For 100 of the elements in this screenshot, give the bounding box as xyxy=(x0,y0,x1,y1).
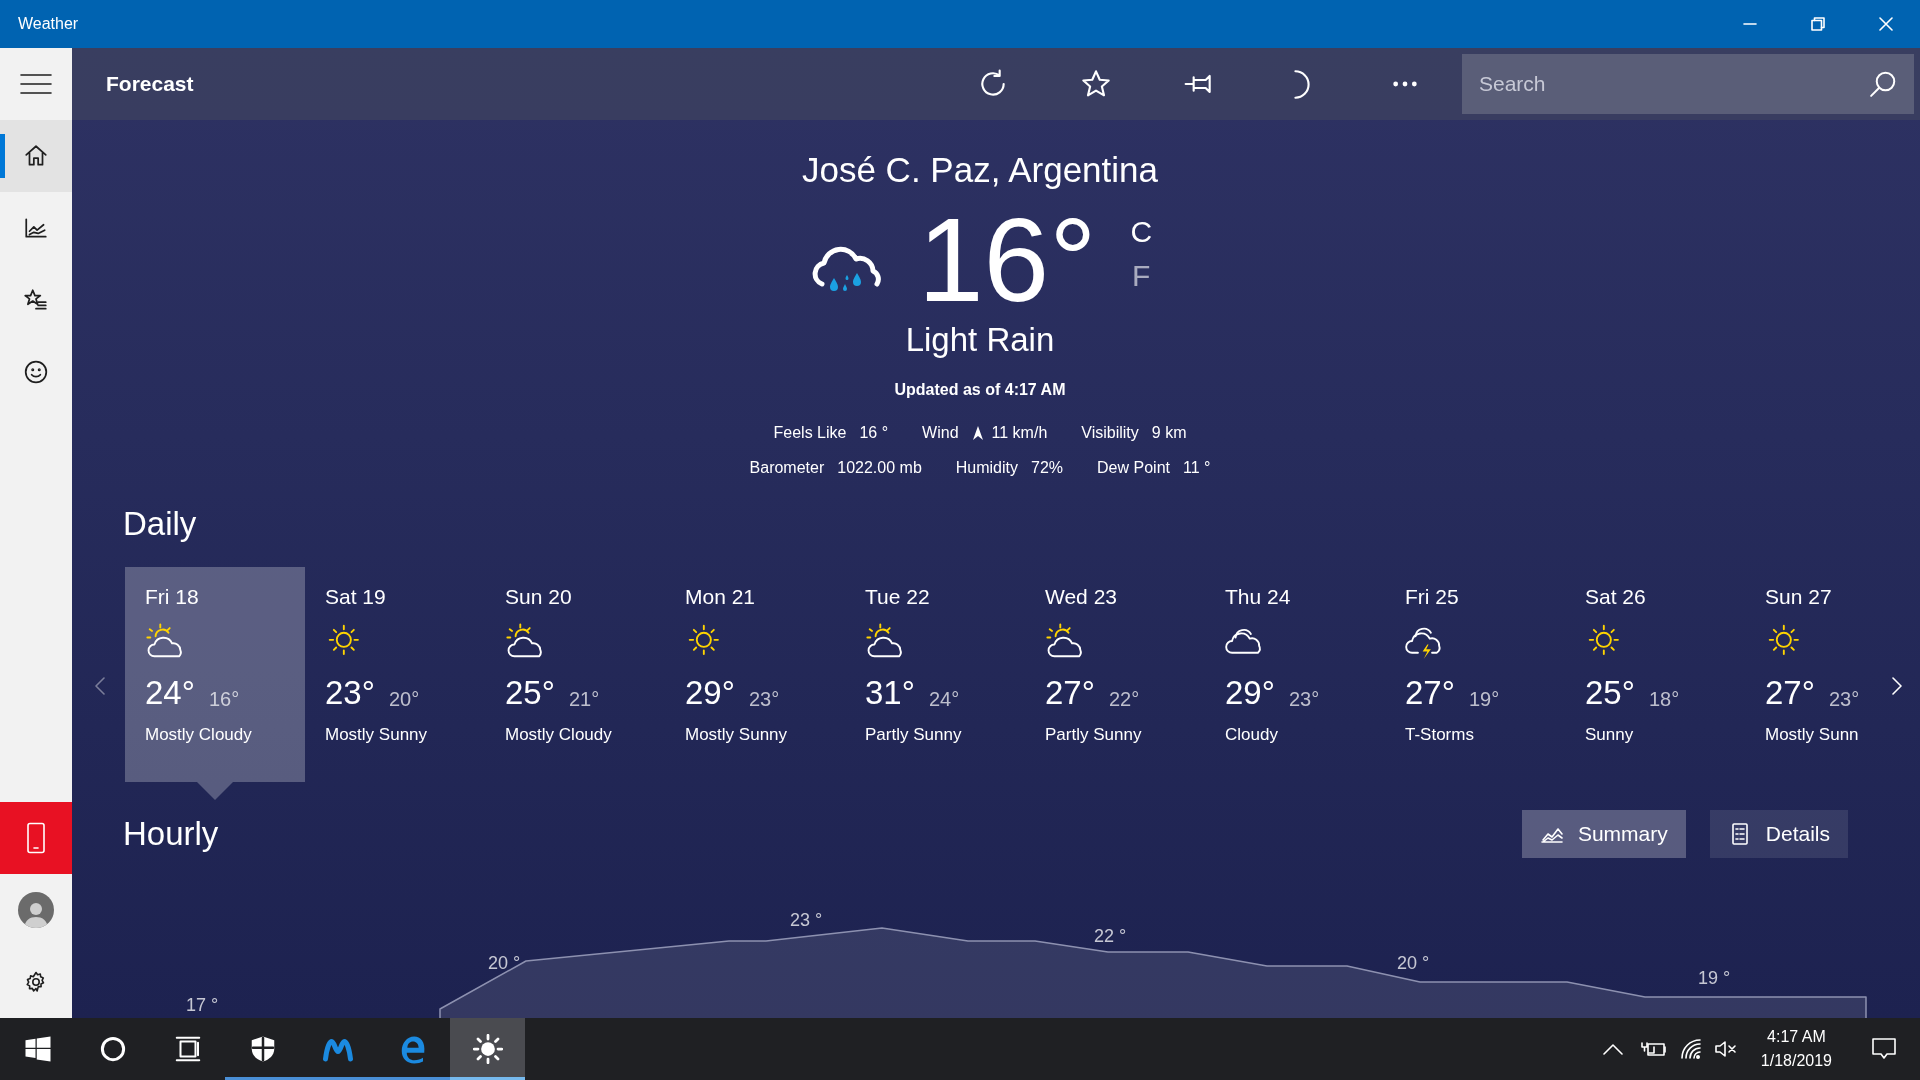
low-temperature: 24° xyxy=(928,687,960,712)
low-temperature: 23° xyxy=(1828,687,1860,712)
detail-value: 11 km/h xyxy=(991,423,1048,443)
high-temperature: 27° xyxy=(1045,674,1095,712)
window-title: Weather xyxy=(17,14,80,34)
day-label: Wed 23 xyxy=(1045,584,1117,610)
search-icon[interactable] xyxy=(1868,69,1898,99)
condition-label: Partly Sunny xyxy=(865,724,962,746)
detail-label: Wind xyxy=(922,423,959,443)
temperature-label: 23 ° xyxy=(790,909,823,932)
detail-label: Feels Like xyxy=(773,423,847,443)
detail-label: Humidity xyxy=(955,458,1018,478)
chevron-right-icon[interactable] xyxy=(1892,677,1902,695)
card-pointer xyxy=(197,782,233,800)
day-label: Thu 24 xyxy=(1225,584,1291,610)
day-forecast-card[interactable]: Sun 20 25° 21° Mostly Cloudy xyxy=(485,567,665,782)
day-label: Mon 21 xyxy=(685,584,756,610)
condition-label: Mostly Sunny xyxy=(325,724,428,746)
day-forecast-card[interactable]: Sat 19 23° 20° Mostly Sunny xyxy=(305,567,485,782)
unit-toggle[interactable]: F xyxy=(1130,254,1153,298)
day-forecast-card[interactable]: Sun 27 27° 23° Mostly Sunn xyxy=(1745,567,1874,782)
sun-cloud-icon xyxy=(1045,622,1085,660)
condition-label: Mostly Cloudy xyxy=(145,724,252,746)
low-temperature: 18° xyxy=(1648,687,1680,712)
day-forecast-card[interactable]: Sat 26 25° 18° Sunny xyxy=(1565,567,1745,782)
detail-value: 9 km xyxy=(1151,423,1187,443)
wifi-icon[interactable] xyxy=(1680,1039,1703,1059)
detail-value: 16 ° xyxy=(859,423,889,443)
day-label: Sat 26 xyxy=(1585,584,1646,610)
notification-icon xyxy=(1872,1038,1896,1060)
condition-label: Mostly Sunn xyxy=(1765,724,1859,746)
current-temperature: 16° xyxy=(917,204,1097,316)
condition-label: Partly Sunny xyxy=(1045,724,1142,746)
condition-label: Mostly Sunny xyxy=(685,724,788,746)
temperature-label: 20 ° xyxy=(488,952,521,975)
day-forecast-card[interactable]: Fri 25 27° 19° T-Storms xyxy=(1385,567,1565,782)
more-icon xyxy=(1392,81,1417,87)
condition-label: Cloudy xyxy=(1225,724,1278,746)
favorites-icon xyxy=(23,287,49,313)
detail-label: Barometer xyxy=(749,458,825,478)
day-label: Sun 20 xyxy=(505,584,572,610)
day-forecast-card[interactable]: Thu 24 29° 23° Cloudy xyxy=(1205,567,1385,782)
low-temperature: 22° xyxy=(1108,687,1140,712)
view-toggle-button[interactable]: Summary xyxy=(1521,810,1686,858)
detail-value: 1022.00 mb xyxy=(837,458,922,478)
location-name: José C. Paz, Argentina xyxy=(801,149,1158,191)
updated-time: Updated as of 4:17 AM xyxy=(894,380,1066,400)
battery-icon[interactable] xyxy=(1640,1041,1667,1057)
volume-muted-icon[interactable] xyxy=(1714,1040,1737,1058)
phone-icon xyxy=(25,822,47,854)
weather-condition: Light Rain xyxy=(905,320,1055,360)
day-label: Fri 25 xyxy=(1405,584,1459,610)
low-temperature: 21° xyxy=(568,687,600,712)
close-icon[interactable] xyxy=(1879,17,1893,31)
day-label: Sat 19 xyxy=(325,584,386,610)
condition-label: Mostly Cloudy xyxy=(505,724,612,746)
high-temperature: 29° xyxy=(1225,674,1275,712)
high-temperature: 27° xyxy=(1765,674,1815,712)
search-field[interactable]: Search xyxy=(1462,54,1914,114)
high-temperature: 24° xyxy=(145,674,195,712)
day-forecast-card[interactable]: Mon 21 29° 23° Mostly Sunny xyxy=(665,567,845,782)
phone-button[interactable] xyxy=(0,802,72,874)
chevron-up-icon[interactable] xyxy=(1602,1043,1623,1055)
low-temperature: 23° xyxy=(748,687,780,712)
high-temperature: 25° xyxy=(1585,674,1635,712)
high-temperature: 29° xyxy=(685,674,735,712)
moon-icon xyxy=(1293,69,1310,99)
condition-label: Sunny xyxy=(1585,724,1634,746)
high-temperature: 25° xyxy=(505,674,555,712)
high-temperature: 27° xyxy=(1405,674,1455,712)
sun-icon xyxy=(472,1034,503,1064)
day-label: Fri 18 xyxy=(145,584,199,610)
high-temperature: 23° xyxy=(325,674,375,712)
menu-icon xyxy=(20,73,52,95)
temperature-label: 22 ° xyxy=(1094,925,1127,948)
wind-direction-icon xyxy=(971,425,984,441)
section-heading: Hourly xyxy=(123,814,220,854)
condition-label: T-Storms xyxy=(1405,724,1474,746)
taskbar-app-button[interactable] xyxy=(450,1018,525,1080)
section-heading: Daily xyxy=(123,504,197,544)
restore-icon[interactable] xyxy=(1811,17,1825,31)
page-title: Forecast xyxy=(105,71,195,98)
sun-cloud-icon xyxy=(865,622,905,660)
day-forecast-card[interactable]: Wed 23 27° 22° Partly Sunny xyxy=(1025,567,1205,782)
clock[interactable]: 4:17 AM 1/18/2019 xyxy=(1754,1025,1838,1073)
low-temperature: 20° xyxy=(388,687,420,712)
selection-indicator xyxy=(0,134,5,178)
view-toggle-button[interactable]: Details xyxy=(1709,810,1848,858)
day-label: Sun 27 xyxy=(1765,584,1832,610)
detail-label: Visibility xyxy=(1081,423,1139,443)
temperature-label: 20 ° xyxy=(1397,952,1430,975)
temperature-label: 19 ° xyxy=(1698,967,1731,990)
low-temperature: 16° xyxy=(208,687,240,712)
day-forecast-card[interactable]: Fri 18 24° 16° Mostly Cloudy xyxy=(125,567,305,782)
nav-item[interactable] xyxy=(0,120,72,192)
sun-cloud-icon xyxy=(145,622,185,660)
feedback-icon xyxy=(23,359,49,385)
unit-toggle[interactable]: C xyxy=(1130,210,1153,254)
day-forecast-card[interactable]: Tue 22 31° 24° Partly Sunny xyxy=(845,567,1025,782)
home-icon xyxy=(23,143,49,169)
